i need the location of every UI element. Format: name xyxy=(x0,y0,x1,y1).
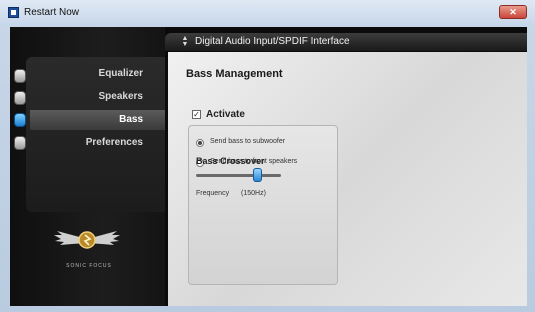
device-label: Digital Audio Input/SPDIF Interface xyxy=(195,36,350,47)
app-icon xyxy=(8,7,19,18)
bass-panel: Bass Management ✓ Activate Send bass to … xyxy=(168,52,527,306)
frequency-readout: Frequency (150Hz) xyxy=(196,190,266,197)
up-down-arrows-icon[interactable]: ▲ ▼ xyxy=(181,35,189,48)
section-title: Bass Management xyxy=(186,68,283,80)
logo-text: SONIC FOCUS xyxy=(66,263,112,269)
sidebar-item-equalizer[interactable]: Equalizer xyxy=(30,64,165,84)
activate-label: Activate xyxy=(206,109,245,120)
wings-logo-icon xyxy=(54,231,120,249)
radio-button[interactable] xyxy=(196,139,204,147)
tab-knob-active-icon xyxy=(14,113,26,127)
sidebar-item-bass[interactable]: Bass xyxy=(30,110,165,130)
activate-checkbox[interactable]: ✓ xyxy=(192,110,201,119)
sidebar-item-speakers[interactable]: Speakers xyxy=(30,87,165,107)
crossover-title: Bass Crossover xyxy=(196,156,265,166)
frequency-label: Frequency xyxy=(196,190,230,197)
crossover-slider-thumb[interactable] xyxy=(252,168,262,182)
crossover-slider-track[interactable] xyxy=(196,174,281,177)
frequency-value: (150Hz) xyxy=(241,190,266,197)
window-title: Restart Now xyxy=(24,7,80,18)
device-selector[interactable]: ▲ ▼ Digital Audio Input/SPDIF Interface xyxy=(165,33,527,51)
sidebar: Equalizer Speakers Bass Preferences SONI… xyxy=(10,27,165,306)
title-bar[interactable]: Restart Now ✕ xyxy=(0,0,535,26)
bass-options-box: Send bass to subwoofer Send bass to fron… xyxy=(188,125,338,285)
sidebar-item-preferences[interactable]: Preferences xyxy=(30,133,165,153)
app-window: Restart Now ✕ Equalizer Speakers Bass Pr… xyxy=(0,0,535,312)
tab-knob-icon xyxy=(14,136,26,150)
radio-label: Send bass to subwoofer xyxy=(210,138,286,145)
tab-knob-icon xyxy=(14,91,26,105)
tab-knob-icon xyxy=(14,69,26,83)
close-button[interactable]: ✕ xyxy=(499,5,527,19)
client-area: Equalizer Speakers Bass Preferences SONI… xyxy=(10,27,527,306)
